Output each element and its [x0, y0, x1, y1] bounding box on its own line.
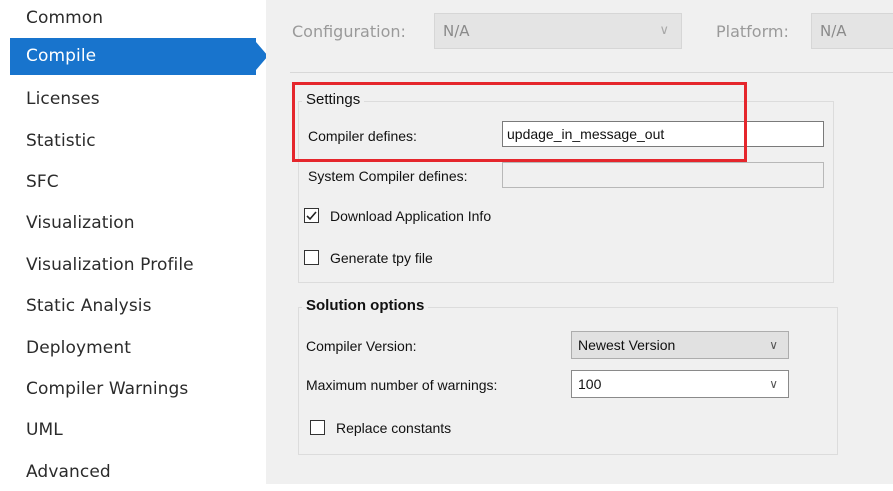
- highlight-annotation-box: [292, 82, 747, 162]
- compiler-version-label: Compiler Version:: [306, 338, 417, 354]
- max-warnings-combobox[interactable]: 100 ∨: [571, 370, 789, 398]
- max-warnings-value: 100: [578, 376, 602, 392]
- separator: [290, 72, 893, 73]
- chevron-down-icon: ∨: [769, 338, 778, 352]
- platform-label: Platform:: [716, 22, 789, 41]
- sidebar-item-compiler-warnings[interactable]: Compiler Warnings: [10, 371, 256, 408]
- download-app-info-checkbox[interactable]: [304, 208, 319, 223]
- max-warnings-label: Maximum number of warnings:: [306, 377, 498, 393]
- generate-tpy-label: Generate tpy file: [330, 250, 433, 266]
- compiler-version-dropdown[interactable]: Newest Version ∨: [571, 331, 789, 359]
- sidebar-item-licenses[interactable]: Licenses: [10, 81, 256, 118]
- sidebar-item-uml[interactable]: UML: [10, 412, 256, 449]
- system-compiler-defines-label: System Compiler defines:: [308, 168, 468, 184]
- sidebar-item-static-analysis[interactable]: Static Analysis: [10, 288, 256, 325]
- download-app-info-label: Download Application Info: [330, 208, 492, 224]
- generate-tpy-checkbox[interactable]: [304, 250, 319, 265]
- checkmark-icon: [306, 211, 317, 221]
- configuration-value: N/A: [443, 22, 470, 40]
- sidebar-item-deployment[interactable]: Deployment: [10, 330, 256, 367]
- replace-constants-label: Replace constants: [336, 420, 452, 436]
- chevron-down-icon: ∨: [769, 377, 778, 391]
- category-sidebar: Common Compile Licenses Statistic SFC Vi…: [0, 0, 268, 484]
- replace-constants-checkbox[interactable]: [310, 420, 325, 435]
- sidebar-item-statistic[interactable]: Statistic: [10, 123, 256, 160]
- system-compiler-defines-input[interactable]: [502, 162, 824, 188]
- sidebar-item-sfc[interactable]: SFC: [10, 164, 256, 201]
- compiler-version-value: Newest Version: [578, 337, 676, 353]
- compile-settings-panel: Configuration: N/A ∨ Platform: N/A Setti…: [266, 0, 893, 484]
- configuration-dropdown[interactable]: N/A ∨: [434, 13, 682, 49]
- sidebar-item-common[interactable]: Common: [10, 0, 256, 37]
- sidebar-item-visualization[interactable]: Visualization: [10, 205, 256, 242]
- platform-dropdown[interactable]: N/A: [811, 13, 893, 49]
- platform-value: N/A: [820, 22, 847, 40]
- solution-options-title: Solution options: [302, 297, 429, 314]
- configuration-label: Configuration:: [292, 22, 406, 41]
- sidebar-item-advanced[interactable]: Advanced: [10, 454, 256, 491]
- chevron-down-icon: ∨: [659, 23, 669, 38]
- sidebar-item-visualization-profile[interactable]: Visualization Profile: [10, 247, 256, 284]
- sidebar-item-compile[interactable]: Compile: [10, 38, 256, 75]
